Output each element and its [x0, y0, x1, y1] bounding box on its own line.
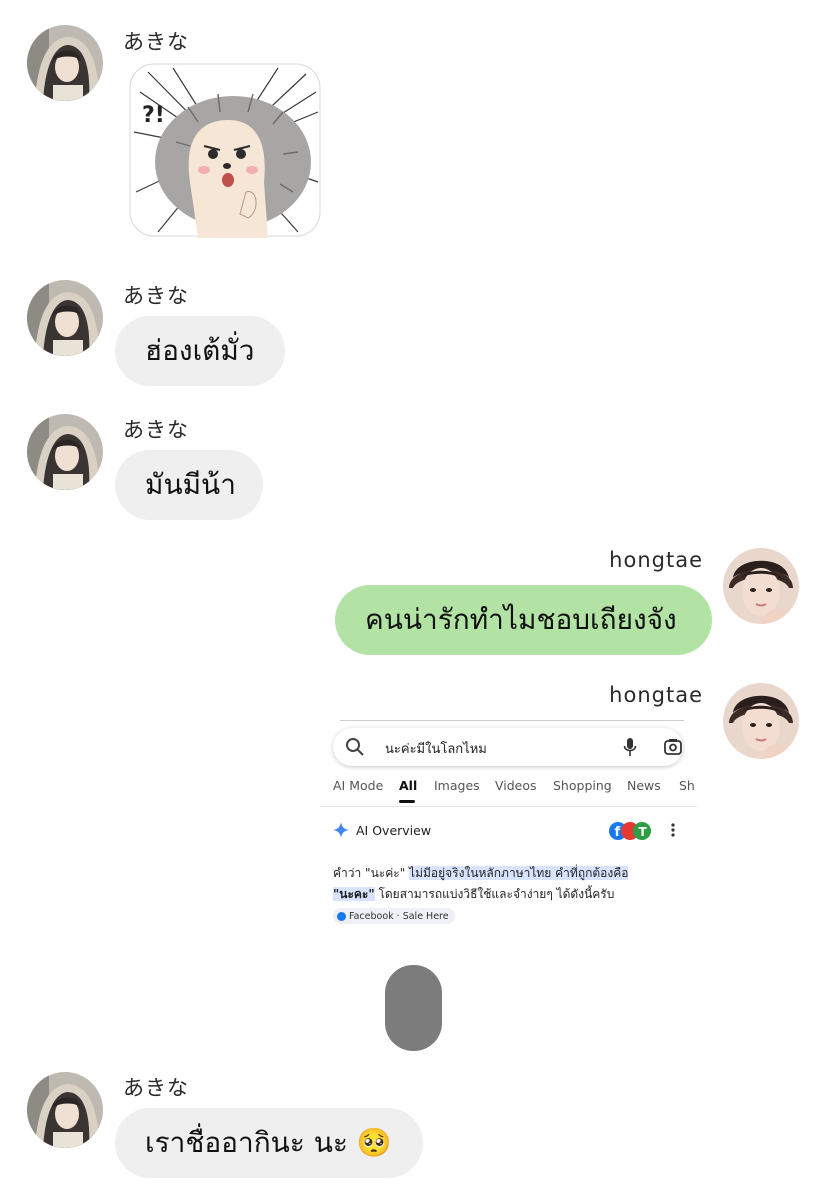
ai-overview-text: คำว่า "นะค่ะ" ไม่มีอยู่จริงในหลักภาษาไทย… [333, 863, 693, 905]
message-text: เราชื่ออากินะ นะ 🥺 [145, 1126, 392, 1159]
message-text: ฮ่องเต้มั่ว [145, 334, 255, 367]
avatar[interactable] [723, 683, 799, 759]
sender-name: hongtae [609, 548, 703, 572]
facebook-icon [337, 911, 346, 921]
active-tab-indicator [399, 800, 415, 803]
sender-name: あきな [123, 284, 189, 308]
shared-screenshot-image[interactable]: นะค่ะมีในโลกไหม AI Mode All Images Video… [320, 716, 697, 936]
sticker-text: ?! [142, 103, 165, 128]
source-chip-label: Facebook · Sale Here [349, 910, 449, 922]
avatar[interactable] [27, 1072, 103, 1148]
tab-active: All [399, 778, 418, 793]
source-icons: f T [609, 822, 651, 840]
overview-highlight: "นะคะ" [333, 887, 375, 901]
tab: Videos [495, 778, 537, 793]
svg-text:f: f [615, 825, 621, 840]
overview-text: คำว่า "นะค่ะ" [333, 866, 410, 880]
tab: News [627, 778, 661, 793]
avatar[interactable] [27, 280, 103, 356]
sparkle-icon [333, 822, 349, 838]
message-bubble[interactable]: ฮ่องเต้มั่ว [115, 316, 285, 386]
sender-name: あきな [123, 418, 189, 442]
mic-icon [623, 738, 637, 756]
avatar[interactable] [723, 548, 799, 624]
search-bar: นะค่ะมีในโลกไหม [333, 728, 683, 766]
tab: Shopping [553, 778, 612, 793]
sender-name: hongtae [609, 683, 703, 707]
divider [340, 720, 684, 721]
message-bubble[interactable]: เราชื่ออากินะ นะ 🥺 [115, 1108, 423, 1178]
avatar[interactable] [27, 25, 103, 101]
svg-text:T: T [639, 825, 648, 839]
tab: Images [434, 778, 480, 793]
message-bubble[interactable]: คนน่ารักทำไมชอบเถียงจัง [335, 585, 712, 655]
tab: AI Mode [333, 778, 384, 793]
source-chip: Facebook · Sale Here [333, 908, 455, 924]
avatar[interactable] [27, 414, 103, 490]
search-query: นะค่ะมีในโลกไหม [385, 742, 487, 757]
scroll-thumb[interactable] [385, 965, 442, 1051]
sender-name: あきな [123, 30, 189, 54]
overview-highlight: ไม่มีอยู่จริงในหลักภาษาไทย คำที่ถูกต้องค… [409, 866, 629, 880]
hedgehog-sticker[interactable]: ?! [128, 62, 322, 238]
sender-name: あきな [123, 1076, 189, 1100]
ai-overview-label: AI Overview [356, 823, 432, 838]
more-options-icon [671, 823, 675, 837]
tab: Sh [679, 778, 695, 793]
lens-icon [664, 739, 682, 755]
divider [320, 806, 697, 807]
overview-text: โดยสามารถแบ่งวิธีใช้และจำง่ายๆ ได้ดังนี้… [374, 887, 615, 901]
search-icon [346, 738, 364, 756]
message-text: คนน่ารักทำไมชอบเถียงจัง [365, 603, 677, 636]
message-bubble[interactable]: มันมีน้า [115, 450, 263, 520]
message-text: มันมีน้า [145, 468, 236, 501]
